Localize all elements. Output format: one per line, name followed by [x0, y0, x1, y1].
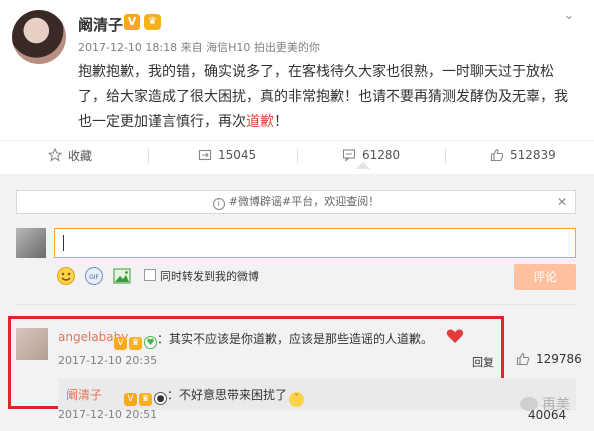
- submit-comment-button[interactable]: 评论: [514, 264, 576, 290]
- author-avatar[interactable]: [12, 10, 66, 64]
- repost-checkbox-label: 同时转发到我的微博: [160, 270, 259, 283]
- post-meta: 2017-12-10 18:18 来自 海信H10 拍出更美的你: [78, 41, 320, 54]
- author-name[interactable]: 阚清子: [78, 14, 123, 35]
- repost-checkbox[interactable]: [144, 269, 156, 281]
- repost-button[interactable]: 15045: [198, 141, 256, 169]
- divider: [16, 304, 576, 305]
- post-text-end: ！: [274, 114, 288, 130]
- star-icon: [48, 148, 62, 162]
- comment-body: V ♛ ♥ ：其实不应该是你道歉，应该是那些造谣的人道歉。: [112, 330, 433, 350]
- heart-badge-icon: ♥: [144, 336, 157, 349]
- comment-text: ：其实不应该是你道歉，应该是那些造谣的人道歉。: [157, 332, 434, 346]
- reply-text: ：不好意思带来困扰了: [167, 388, 288, 402]
- verified-icon: V: [124, 393, 137, 406]
- like-count: 512839: [510, 148, 556, 162]
- comment-time: 2017-12-10 20:35: [58, 354, 158, 367]
- comment-caret: [356, 162, 370, 169]
- divider: [148, 149, 149, 163]
- panda-icon: ●: [154, 392, 167, 405]
- watermark-text: 再美: [542, 397, 570, 413]
- post-text: 抱歉抱歉，我的错，确实说多了，在客栈待久大家也很熟，一时聊天过于放松了，给大家造…: [78, 64, 568, 130]
- rumor-notice[interactable]: i #微博辟谣#平台，欢迎查阅！ ✕: [16, 190, 576, 214]
- vip-crown-icon: ♛: [139, 393, 152, 406]
- reply-body: V ♛ ● ：不好意思带来困扰了 ˘: [122, 386, 305, 407]
- repost-icon: [198, 149, 212, 161]
- watermark: 再美: [520, 394, 570, 414]
- commenter-avatar[interactable]: [16, 328, 48, 360]
- reply-button[interactable]: 回复: [472, 354, 494, 370]
- close-icon[interactable]: ✕: [557, 191, 567, 213]
- image-icon[interactable]: [112, 266, 132, 286]
- thumbs-up-icon: [516, 352, 530, 366]
- emoji-icon[interactable]: [56, 266, 76, 286]
- vip-crown-icon: ♛: [129, 337, 142, 350]
- comment-icon: [342, 149, 356, 162]
- text-cursor: [63, 235, 64, 251]
- comment-like-button[interactable]: 129786: [516, 352, 582, 366]
- verified-icon: V: [114, 337, 127, 350]
- post-action-bar: 收藏 15045 61280 512839: [0, 140, 594, 170]
- reply-author-name[interactable]: 阚清子: [66, 386, 102, 403]
- favorite-label: 收藏: [68, 148, 93, 163]
- chevron-down-icon[interactable]: ⌄: [560, 8, 578, 26]
- reply-time: 2017-12-10 20:51: [58, 408, 158, 421]
- verified-icon: V: [124, 14, 140, 30]
- divider: [297, 149, 298, 163]
- post-content: 抱歉抱歉，我的错，确实说多了，在客栈待久大家也很熟，一时聊天过于放松了，给大家造…: [78, 60, 578, 135]
- comment-count: 61280: [362, 148, 401, 162]
- wechat-icon: [520, 397, 538, 411]
- info-icon: i: [212, 198, 225, 210]
- heart-icon: [446, 329, 464, 343]
- like-button[interactable]: 512839: [490, 141, 556, 169]
- vip-crown-icon: ♛: [144, 14, 161, 30]
- emoji-icon: ˘: [289, 392, 305, 407]
- repost-count: 15045: [218, 148, 257, 162]
- gif-icon[interactable]: GIF: [84, 266, 104, 286]
- divider: [445, 149, 446, 163]
- notice-text: #微博辟谣#平台，欢迎查阅！: [228, 195, 380, 208]
- favorite-button[interactable]: 收藏: [48, 141, 92, 169]
- thumbs-up-icon: [490, 148, 504, 162]
- comment-like-count: 129786: [536, 352, 582, 366]
- post-text-highlight: 道歉: [246, 114, 274, 130]
- comment-button[interactable]: 61280: [342, 141, 400, 169]
- my-avatar: [16, 228, 46, 258]
- svg-text:GIF: GIF: [89, 274, 99, 281]
- comment-input[interactable]: [54, 228, 576, 258]
